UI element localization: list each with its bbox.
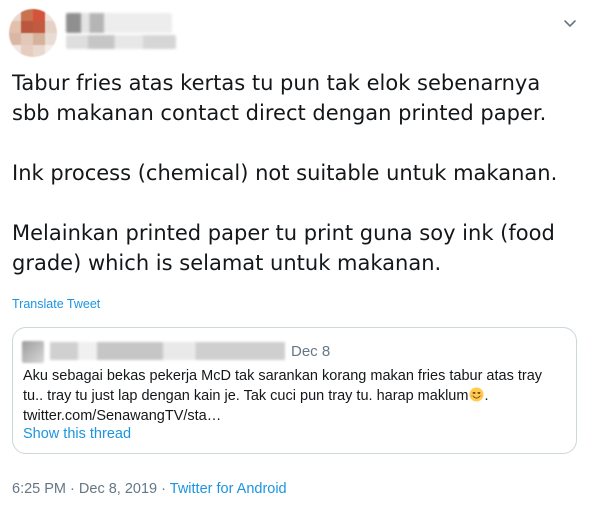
separator-dot: · <box>161 481 166 497</box>
tweet-metadata: 6:25 PM · Dec 8, 2019 · Twitter for Andr… <box>12 481 287 497</box>
chevron-down-icon[interactable] <box>561 14 579 32</box>
smiling-face-emoji-icon <box>469 387 484 402</box>
tweet-date[interactable]: Dec 8, 2019 <box>79 481 157 497</box>
tweet-header <box>0 0 593 60</box>
quoted-text-line: tu.. tray tu just lap dengan kain je. Ta… <box>23 386 553 406</box>
quoted-text-segment: tu.. tray tu just lap dengan kain je. Ta… <box>23 388 469 404</box>
tweet-time[interactable]: 6:25 PM <box>12 481 66 497</box>
username-redacted[interactable] <box>66 35 176 49</box>
quoted-text-line: Aku sebagai bekas pekerja McD tak sarank… <box>23 368 543 384</box>
show-thread-link[interactable]: Show this thread <box>23 426 131 442</box>
display-name-redacted[interactable] <box>66 13 172 33</box>
quoted-date: Dec 8 <box>291 343 331 360</box>
quoted-avatar <box>22 341 44 363</box>
tweet-client-link[interactable]: Twitter for Android <box>170 481 287 497</box>
quoted-text: Aku sebagai bekas pekerja McD tak sarank… <box>23 366 553 426</box>
quoted-tweet[interactable]: Dec 8 Aku sebagai bekas pekerja McD tak … <box>12 327 577 454</box>
separator-dot: · <box>70 481 75 497</box>
quoted-link[interactable]: twitter.com/SenawangTV/sta… <box>23 406 553 426</box>
quoted-name-redacted <box>50 342 285 360</box>
tweet-paragraph: Ink process (chemical) not suitable untu… <box>12 161 558 185</box>
tweet-paragraph: Tabur fries atas kertas tu pun tak elok … <box>12 71 547 125</box>
translate-tweet-link[interactable]: Translate Tweet <box>12 297 100 311</box>
quoted-text-segment: . <box>484 388 489 404</box>
tweet-text: Tabur fries atas kertas tu pun tak elok … <box>12 68 572 278</box>
avatar[interactable] <box>9 9 57 57</box>
tweet-paragraph: Melainkan printed paper tu print guna so… <box>12 221 555 275</box>
